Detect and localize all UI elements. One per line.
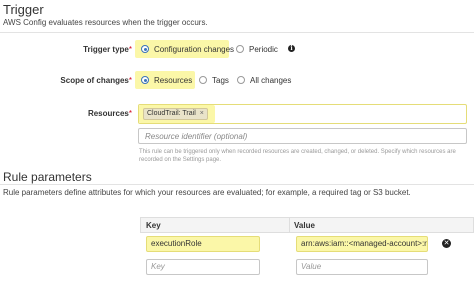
trigger-description: AWS Config evaluates resources when the …	[3, 18, 208, 27]
resource-tag-chip: CloudTrail: Trail ×	[143, 108, 208, 120]
option-all-changes-label: All changes	[250, 76, 292, 85]
radio-configuration-changes[interactable]	[141, 45, 149, 53]
new-parameter-value-input[interactable]: Value	[296, 259, 428, 275]
trigger-type-label: Trigger type*	[83, 45, 132, 54]
column-header-value: Value	[294, 221, 315, 230]
rule-parameters-divider	[0, 184, 474, 185]
rule-parameters-description: Rule parameters define attributes for wh…	[3, 188, 411, 197]
resource-tag-label: CloudTrail: Trail	[147, 110, 196, 117]
radio-tags[interactable]	[199, 76, 207, 84]
option-periodic-label: Periodic	[249, 45, 278, 54]
resources-help-text: This rule can be triggered only when rec…	[139, 149, 456, 163]
rule-parameters-heading: Rule parameters	[3, 170, 92, 184]
new-value-placeholder: Value	[301, 262, 322, 271]
radio-resources[interactable]	[141, 76, 149, 84]
column-header-key: Key	[146, 221, 161, 230]
radio-periodic[interactable]	[236, 45, 244, 53]
option-tags-label: Tags	[212, 76, 229, 85]
new-key-placeholder: Key	[151, 262, 165, 271]
trigger-divider	[0, 32, 474, 33]
parameter-value-input[interactable]: arn:aws:iam::<managed-account>:role	[296, 236, 428, 252]
remove-icon[interactable]: ✕	[442, 239, 451, 248]
header-divider	[289, 217, 290, 233]
option-resources-label: Resources	[154, 76, 193, 85]
parameter-key-input[interactable]: executionRole	[146, 236, 260, 252]
remove-tag-icon[interactable]: ×	[200, 110, 204, 117]
resources-label: Resources*	[87, 109, 132, 118]
option-configuration-changes-label: Configuration changes	[154, 45, 235, 54]
scope-of-changes-label: Scope of changes*	[60, 76, 132, 85]
resource-identifier-input[interactable]: Resource identifier (optional)	[138, 128, 467, 144]
resource-identifier-placeholder: Resource identifier (optional)	[145, 132, 248, 141]
radio-all-changes[interactable]	[237, 76, 245, 84]
new-parameter-key-input[interactable]: Key	[146, 259, 260, 275]
trigger-heading: Trigger	[3, 2, 44, 17]
info-icon[interactable]: i	[288, 45, 295, 52]
